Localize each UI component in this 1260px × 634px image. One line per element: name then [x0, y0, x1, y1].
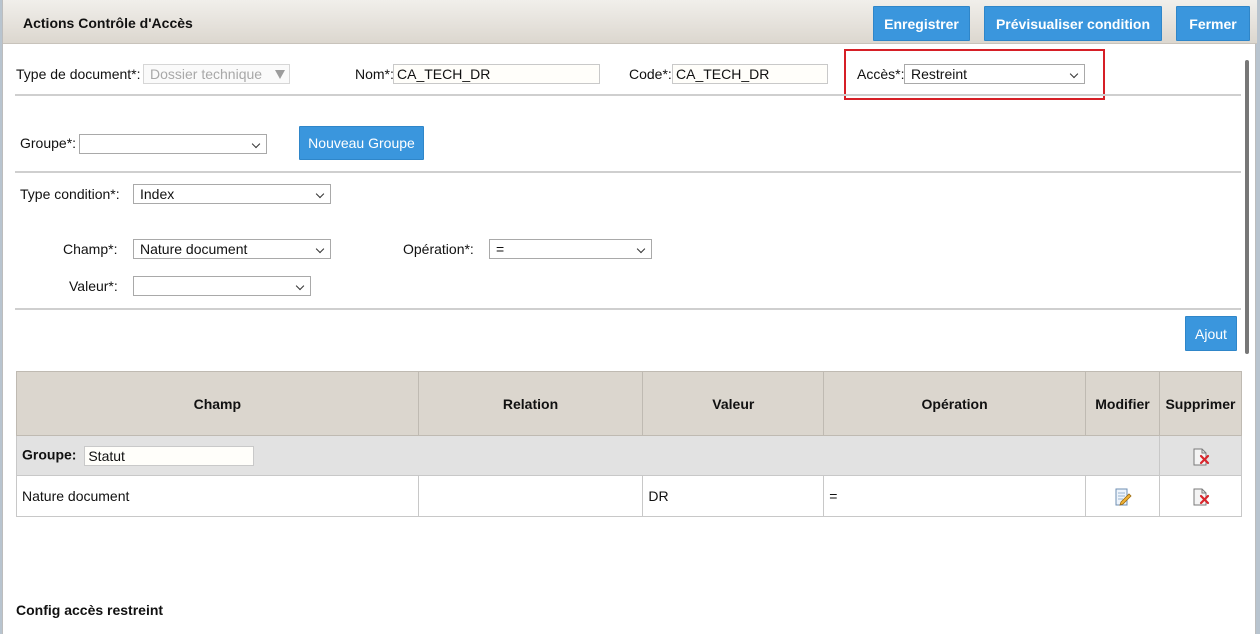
- edit-icon[interactable]: [1113, 486, 1133, 506]
- doc-type-select: Dossier technique: [143, 64, 290, 84]
- highlight-box: [844, 49, 1105, 100]
- cell-valeur: DR: [642, 475, 825, 517]
- operation-value: =: [496, 241, 505, 257]
- group-row-label: Groupe:: [22, 446, 77, 463]
- chevron-down-icon: [636, 244, 646, 254]
- group-select[interactable]: [79, 134, 267, 154]
- column-header-modifier: Modifier: [1085, 371, 1160, 436]
- save-button[interactable]: Enregistrer: [873, 6, 970, 41]
- chevron-down-icon: [315, 244, 325, 254]
- delete-icon[interactable]: [1191, 446, 1210, 466]
- condition-type-label: Type condition*:: [20, 186, 120, 202]
- chevron-down-icon: [251, 139, 261, 149]
- cell-operation: =: [823, 475, 1086, 517]
- column-header-valeur: Valeur: [642, 371, 825, 436]
- group-row: Groupe: Statut: [16, 435, 1243, 476]
- add-condition-button[interactable]: Ajout: [1185, 316, 1237, 351]
- cell-modifier: [1085, 475, 1160, 517]
- doc-type-label: Type de document*:: [16, 66, 141, 82]
- group-cell: Groupe: Statut: [16, 435, 1160, 476]
- delete-icon[interactable]: [1191, 486, 1210, 506]
- code-input[interactable]: CA_TECH_DR: [672, 64, 828, 84]
- close-button[interactable]: Fermer: [1176, 6, 1250, 41]
- field-value: Nature document: [140, 241, 248, 257]
- table-header-row: Champ Relation Valeur Opération Modifier…: [16, 371, 1243, 436]
- condition-type-select[interactable]: Index: [133, 184, 331, 204]
- value-select[interactable]: [133, 276, 311, 296]
- column-header-supprimer: Supprimer: [1158, 371, 1243, 436]
- field-label: Champ*:: [63, 241, 118, 257]
- chevron-down-icon: [295, 281, 305, 291]
- condition-type-value: Index: [140, 186, 175, 202]
- column-header-operation: Opération: [823, 371, 1086, 436]
- cell-supprimer: [1158, 475, 1243, 517]
- dialog-title: Actions Contrôle d'Accès: [23, 15, 193, 31]
- restricted-access-config-title: Config accès restreint: [16, 602, 164, 618]
- chevron-down-icon: [315, 189, 325, 199]
- column-header-relation: Relation: [417, 371, 644, 436]
- scrollbar[interactable]: [1245, 60, 1249, 354]
- cell-champ: Nature document: [16, 475, 419, 517]
- conditions-table: Champ Relation Valeur Opération Modifier…: [16, 371, 1243, 517]
- preview-condition-button[interactable]: Prévisualiser condition: [984, 6, 1162, 41]
- code-label: Code*:: [629, 66, 672, 82]
- group-name-input[interactable]: Statut: [84, 445, 255, 466]
- dialog-titlebar: Actions Contrôle d'Accès Enregistrer Pré…: [3, 0, 1257, 44]
- operation-label: Opération*:: [403, 241, 474, 257]
- column-header-champ: Champ: [16, 371, 419, 436]
- doc-type-value: Dossier technique: [150, 66, 263, 82]
- divider: [15, 94, 1241, 96]
- access-control-dialog: Actions Contrôle d'Accès Enregistrer Pré…: [2, 0, 1257, 634]
- field-select[interactable]: Nature document: [133, 239, 331, 259]
- table-row: Nature document DR =: [16, 475, 1243, 517]
- dropdown-arrow-icon: [275, 70, 285, 79]
- group-delete-cell: [1158, 435, 1243, 476]
- name-label: Nom*:: [355, 66, 394, 82]
- new-group-button[interactable]: Nouveau Groupe: [299, 126, 424, 160]
- operation-select[interactable]: =: [489, 239, 652, 259]
- group-label: Groupe*:: [20, 135, 77, 151]
- value-label: Valeur*:: [69, 278, 118, 294]
- name-input[interactable]: CA_TECH_DR: [393, 64, 600, 84]
- cell-relation: [417, 475, 644, 517]
- divider: [15, 171, 1241, 173]
- divider: [15, 308, 1241, 310]
